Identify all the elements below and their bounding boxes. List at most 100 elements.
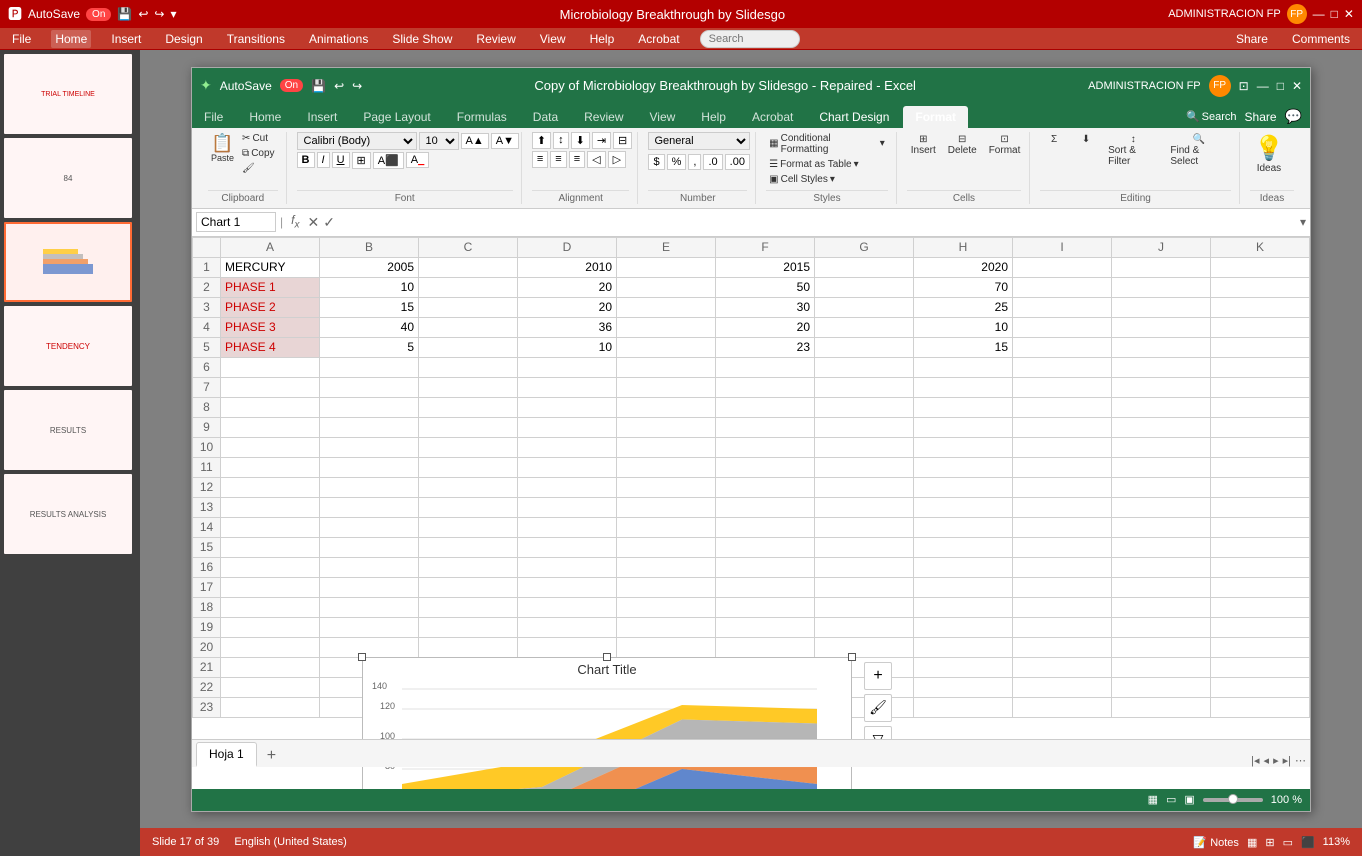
cell[interactable]	[1211, 657, 1310, 677]
cell[interactable]	[617, 257, 716, 277]
cell[interactable]	[221, 477, 320, 497]
row-header-3[interactable]: 3	[193, 297, 221, 317]
cell[interactable]	[716, 637, 815, 657]
row-header-21[interactable]: 21	[193, 657, 221, 677]
comma-btn[interactable]: ,	[688, 154, 701, 170]
cell[interactable]	[617, 597, 716, 617]
autosave-toggle[interactable]: On	[86, 8, 111, 21]
cell[interactable]	[320, 537, 419, 557]
row-header-11[interactable]: 11	[193, 457, 221, 477]
cell[interactable]	[419, 437, 518, 457]
cell[interactable]	[518, 377, 617, 397]
cell[interactable]	[1013, 417, 1112, 437]
cell[interactable]	[914, 357, 1013, 377]
cell[interactable]	[914, 417, 1013, 437]
excel-autosave-toggle[interactable]: On	[280, 79, 303, 92]
col-header-C[interactable]: C	[419, 237, 518, 257]
cell[interactable]	[815, 637, 914, 657]
ppt-close[interactable]: ✕	[1344, 7, 1354, 21]
cell[interactable]	[221, 677, 320, 697]
cell[interactable]	[1013, 497, 1112, 517]
border-btn[interactable]: ⊞	[352, 152, 371, 169]
cell[interactable]	[1211, 277, 1310, 297]
autosum-btn[interactable]: Σ	[1040, 132, 1068, 169]
cell[interactable]	[815, 297, 914, 317]
cell[interactable]	[815, 617, 914, 637]
col-header-I[interactable]: I	[1013, 237, 1112, 257]
chart-handle-tc[interactable]	[603, 653, 611, 661]
col-header-F[interactable]: F	[716, 237, 815, 257]
tab-file[interactable]: File	[192, 106, 235, 128]
cell[interactable]: 20	[716, 317, 815, 337]
cell[interactable]: 10	[518, 337, 617, 357]
cell[interactable]	[617, 497, 716, 517]
cell[interactable]	[518, 417, 617, 437]
font-family-select[interactable]: Calibri (Body)	[297, 132, 417, 150]
cell-styles-btn[interactable]: ▣ Cell Styles ▾	[766, 173, 888, 186]
cell[interactable]	[518, 637, 617, 657]
cell[interactable]	[815, 437, 914, 457]
cell[interactable]	[1013, 337, 1112, 357]
cell[interactable]	[518, 617, 617, 637]
cell[interactable]	[1013, 677, 1112, 697]
ppt-menu-acrobat[interactable]: Acrobat	[634, 30, 683, 48]
cell[interactable]	[518, 477, 617, 497]
cell[interactable]	[1112, 437, 1211, 457]
cell[interactable]: 2015	[716, 257, 815, 277]
col-header-K[interactable]: K	[1211, 237, 1310, 257]
row-header-7[interactable]: 7	[193, 377, 221, 397]
cell[interactable]	[617, 437, 716, 457]
cell[interactable]	[1013, 317, 1112, 337]
cell[interactable]	[1112, 277, 1211, 297]
cell[interactable]	[914, 637, 1013, 657]
view-presenter-btn[interactable]: ⬛	[1301, 836, 1315, 849]
cell[interactable]	[419, 397, 518, 417]
dec-dec-btn[interactable]: .00	[725, 154, 750, 170]
tab-view[interactable]: View	[638, 106, 688, 128]
zoom-thumb[interactable]	[1228, 794, 1238, 804]
cell[interactable]	[914, 497, 1013, 517]
percent-btn[interactable]: %	[667, 154, 687, 170]
cell[interactable]	[815, 257, 914, 277]
italic-btn[interactable]: I	[317, 152, 330, 168]
tab-acrobat[interactable]: Acrobat	[740, 106, 805, 128]
notes-btn[interactable]: 📝 Notes	[1193, 836, 1239, 849]
slide-thumb-17[interactable]: 17	[4, 222, 132, 302]
slide-thumb-15[interactable]: 15 TRIAL TIMELINE	[4, 54, 132, 134]
cell[interactable]	[419, 477, 518, 497]
insert-cell-btn[interactable]: ⊞ Insert	[907, 132, 940, 158]
cell[interactable]	[518, 517, 617, 537]
cell[interactable]	[419, 557, 518, 577]
cell[interactable]	[1211, 437, 1310, 457]
cell[interactable]	[1112, 357, 1211, 377]
cell[interactable]	[914, 557, 1013, 577]
cell[interactable]	[419, 517, 518, 537]
chart-container[interactable]: Chart Title 0 20 40 60 80 100	[362, 657, 852, 789]
cell[interactable]: 15	[320, 297, 419, 317]
cell[interactable]	[716, 377, 815, 397]
cell[interactable]: 30	[716, 297, 815, 317]
cell[interactable]	[1112, 497, 1211, 517]
cell[interactable]	[617, 637, 716, 657]
cell[interactable]	[221, 577, 320, 597]
cell[interactable]	[914, 657, 1013, 677]
cell[interactable]	[1013, 457, 1112, 477]
cell[interactable]	[815, 497, 914, 517]
row-header-5[interactable]: 5	[193, 337, 221, 357]
cell[interactable]	[419, 317, 518, 337]
cell[interactable]	[617, 537, 716, 557]
cell[interactable]	[1112, 477, 1211, 497]
cell[interactable]: 50	[716, 277, 815, 297]
view-page-break-btn[interactable]: ▭	[1166, 793, 1176, 806]
cell[interactable]	[815, 317, 914, 337]
cell[interactable]	[221, 437, 320, 457]
save-icon[interactable]: 💾	[117, 7, 132, 21]
cell[interactable]	[815, 277, 914, 297]
cell[interactable]	[617, 417, 716, 437]
cell[interactable]	[419, 297, 518, 317]
cell[interactable]	[1112, 457, 1211, 477]
cell[interactable]	[419, 597, 518, 617]
cell[interactable]	[617, 337, 716, 357]
cell[interactable]	[1211, 537, 1310, 557]
row-header-18[interactable]: 18	[193, 597, 221, 617]
